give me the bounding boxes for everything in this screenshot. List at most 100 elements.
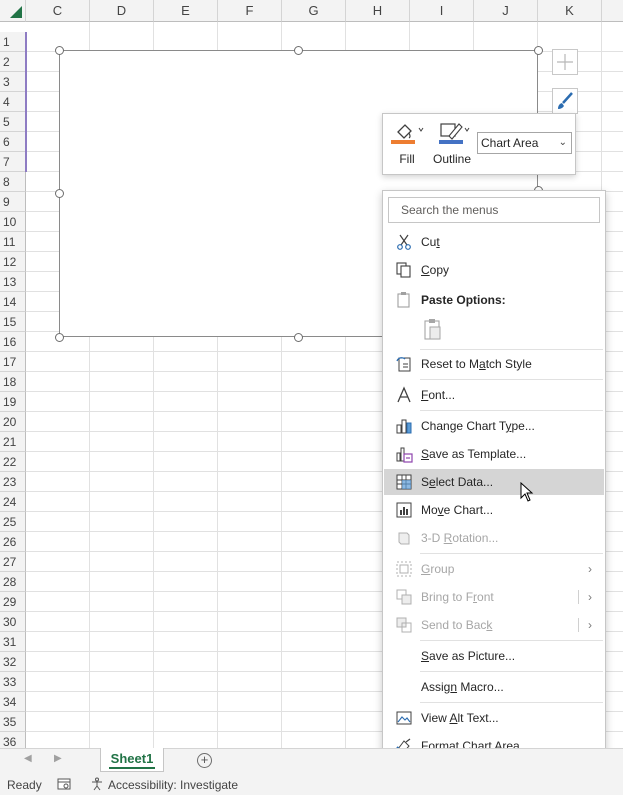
row-header-11[interactable]: 11 <box>0 232 26 252</box>
column-header-i[interactable]: I <box>410 0 474 22</box>
macro-recording-icon[interactable] <box>57 778 71 790</box>
menu-item-send-to-back[interactable]: Send to Back › <box>384 612 604 638</box>
menu-item-label: Bring to Front <box>421 590 494 604</box>
menu-item-view-alt-text[interactable]: View Alt Text... <box>384 705 604 731</box>
row-header-9[interactable]: 9 <box>0 192 26 212</box>
row-header-23[interactable]: 23 <box>0 472 26 492</box>
row-header-18[interactable]: 18 <box>0 372 26 392</box>
menu-item-change-chart-type[interactable]: Change Chart Type... <box>384 413 604 439</box>
row-header-6[interactable]: 6 <box>0 132 26 152</box>
resize-handle-bottom-left[interactable] <box>55 333 64 342</box>
row-header-30[interactable]: 30 <box>0 612 26 632</box>
row-header-4[interactable]: 4 <box>0 92 26 112</box>
row-header-28[interactable]: 28 <box>0 572 26 592</box>
column-header-e[interactable]: E <box>154 0 218 22</box>
menu-item-paste-options: Paste Options: <box>384 287 604 313</box>
add-sheet-plus-icon[interactable]: + <box>197 753 212 768</box>
row-header-26[interactable]: 26 <box>0 532 26 552</box>
format-mini-toolbar: Fill Outline Chart Area ⌄ <box>382 113 576 175</box>
menu-item-move-chart[interactable]: Move Chart... <box>384 497 604 523</box>
status-bar: Ready Accessibility: Investigate <box>0 774 623 795</box>
row-header-20[interactable]: 20 <box>0 412 26 432</box>
row-header-15[interactable]: 15 <box>0 312 26 332</box>
column-header-k[interactable]: K <box>538 0 602 22</box>
row-header-32[interactable]: 32 <box>0 652 26 672</box>
paste-option-button[interactable] <box>421 317 445 343</box>
accessibility-icon[interactable] <box>90 777 104 791</box>
menu-item-label: Assign Macro... <box>421 680 504 694</box>
row-header-12[interactable]: 12 <box>0 252 26 272</box>
menu-item-label: Copy <box>421 263 450 277</box>
row-header-19[interactable]: 19 <box>0 392 26 412</box>
tab-scroll-right-icon[interactable]: ▶ <box>54 753 62 764</box>
row-header-3[interactable]: 3 <box>0 72 26 92</box>
column-header-d[interactable]: D <box>90 0 154 22</box>
tab-scroll-left-icon[interactable]: ◀ <box>24 753 32 764</box>
chart-styles-button[interactable] <box>552 88 578 114</box>
column-header-f[interactable]: F <box>218 0 282 22</box>
row-header-22[interactable]: 22 <box>0 452 26 472</box>
resize-handle-left[interactable] <box>55 189 64 198</box>
select-data-icon <box>396 474 412 490</box>
row-header-5[interactable]: 5 <box>0 112 26 132</box>
active-tab-underline <box>109 767 155 769</box>
resize-handle-top-right[interactable] <box>534 46 543 55</box>
menu-item-copy[interactable]: Copy <box>384 257 604 283</box>
row-header-29[interactable]: 29 <box>0 592 26 612</box>
chart-element-select[interactable]: Chart Area ⌄ <box>477 132 572 154</box>
menu-item-select-data[interactable]: Select Data... <box>384 469 604 495</box>
column-header-j[interactable]: J <box>474 0 538 22</box>
row-header-8[interactable]: 8 <box>0 172 26 192</box>
row-header-2[interactable]: 2 <box>0 52 26 72</box>
row-header-14[interactable]: 14 <box>0 292 26 312</box>
row-header-34[interactable]: 34 <box>0 692 26 712</box>
menu-item-save-as-picture[interactable]: Save as Picture... <box>384 643 604 669</box>
menu-item-save-template[interactable]: Save as Template... <box>384 441 604 467</box>
row-header-13[interactable]: 13 <box>0 272 26 292</box>
chevron-right-icon: › <box>588 590 592 604</box>
column-header-c[interactable]: C <box>26 0 90 22</box>
resize-handle-top-left[interactable] <box>55 46 64 55</box>
menu-separator <box>420 671 603 672</box>
outline-label: Outline <box>432 152 472 166</box>
resize-handle-top[interactable] <box>294 46 303 55</box>
row-header-31[interactable]: 31 <box>0 632 26 652</box>
menu-item-3d-rotation[interactable]: 3-D Rotation... <box>384 525 604 551</box>
font-icon <box>397 386 411 403</box>
menu-item-assign-macro[interactable]: Assign Macro... <box>384 674 604 700</box>
menu-item-cut[interactable]: Cut <box>384 229 604 255</box>
row-header-16[interactable]: 16 <box>0 332 26 352</box>
menu-item-label: Paste Options: <box>421 293 506 307</box>
menu-item-label: Save as Template... <box>421 447 527 461</box>
row-header-10[interactable]: 10 <box>0 212 26 232</box>
row-header-27[interactable]: 27 <box>0 552 26 572</box>
menu-item-font[interactable]: Font... <box>384 382 604 408</box>
paste-clipboard-icon <box>424 319 441 340</box>
row-header-7[interactable]: 7 <box>0 152 26 172</box>
row-header-17[interactable]: 17 <box>0 352 26 372</box>
row-header-1[interactable]: 1 <box>0 32 26 52</box>
split-divider <box>578 590 579 604</box>
menu-item-bring-to-front[interactable]: Bring to Front › <box>384 584 604 610</box>
row-header-33[interactable]: 33 <box>0 672 26 692</box>
search-menus-input[interactable]: Search the menus <box>388 197 600 223</box>
accessibility-status[interactable]: Accessibility: Investigate <box>108 778 238 792</box>
menu-item-reset-style[interactable]: Reset to Match Style <box>384 351 604 377</box>
row-header-36[interactable]: 36 <box>0 732 26 748</box>
select-all-corner[interactable] <box>0 0 26 22</box>
row-header-21[interactable]: 21 <box>0 432 26 452</box>
fill-button[interactable]: Fill <box>389 120 425 172</box>
menu-item-group[interactable]: Group › <box>384 556 604 582</box>
row-header-35[interactable]: 35 <box>0 712 26 732</box>
column-header-g[interactable]: G <box>282 0 346 22</box>
outline-button[interactable]: Outline <box>431 120 473 172</box>
menu-separator <box>420 553 603 554</box>
send-back-icon <box>396 617 412 633</box>
chart-elements-button[interactable] <box>552 49 578 75</box>
column-header-h[interactable]: H <box>346 0 410 22</box>
sheet-tab-sheet1[interactable]: Sheet1 <box>100 748 164 772</box>
row-header-24[interactable]: 24 <box>0 492 26 512</box>
row-header-25[interactable]: 25 <box>0 512 26 532</box>
column-header-partial[interactable] <box>602 0 623 22</box>
resize-handle-bottom[interactable] <box>294 333 303 342</box>
